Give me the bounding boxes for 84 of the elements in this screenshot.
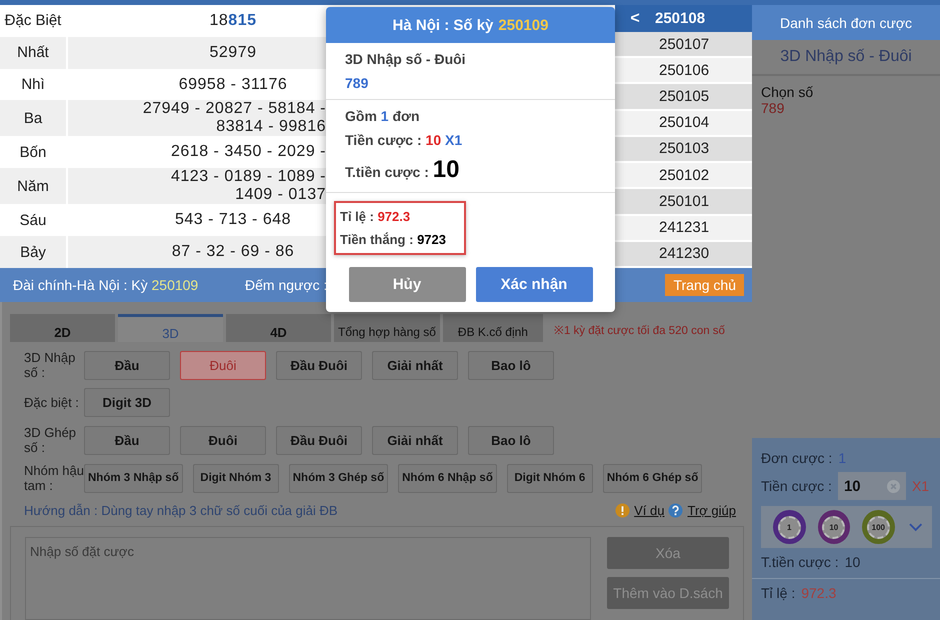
chip-button[interactable]: 1 bbox=[773, 510, 806, 544]
confirm-button[interactable]: Xác nhận bbox=[476, 267, 592, 302]
bet-type-button[interactable]: Digit 3D bbox=[84, 388, 170, 417]
total-value: 10 bbox=[844, 554, 860, 570]
sidebar-title: Danh sách đơn cược bbox=[752, 5, 940, 40]
stake-field[interactable]: 10 bbox=[838, 472, 906, 500]
bet-type-button[interactable]: Digit Nhóm 3 bbox=[192, 464, 279, 492]
clear-icon[interactable] bbox=[886, 480, 900, 493]
game-tab[interactable]: ĐB K.cố định bbox=[442, 314, 543, 342]
bet-type-button[interactable]: Đuôi bbox=[180, 426, 266, 454]
result-numbers: 2618 - 3450 - 2029 - bbox=[171, 143, 326, 162]
home-button[interactable]: Trang chủ bbox=[665, 274, 744, 296]
multiplier: X1 bbox=[912, 478, 930, 494]
bet-group-label: 3D Nhập số : bbox=[24, 350, 76, 380]
bet-group-label: Đặc biệt : bbox=[24, 395, 80, 410]
bet-type-button[interactable]: Nhóm 3 Nhập số bbox=[84, 464, 183, 492]
period-item[interactable]: 250101 bbox=[615, 189, 752, 216]
period-item[interactable]: 250104 bbox=[615, 110, 752, 137]
station-period: Đài chính-Hà Nội : Kỳ 250109 bbox=[13, 277, 200, 293]
result-numbers: 18815 bbox=[210, 12, 256, 30]
winnings-line: Tiền thắng : 9723 bbox=[340, 232, 446, 247]
bet-type-button[interactable]: Đầu Đuôi bbox=[276, 350, 362, 380]
bet-type-button[interactable]: Giải nhất bbox=[372, 426, 458, 454]
game-tab[interactable]: 4D bbox=[226, 314, 331, 342]
result-numbers: 69958 - 31176 bbox=[178, 76, 288, 94]
result-numbers: 27949 - 20827 - 58184 - bbox=[142, 100, 326, 118]
bet-group-label: 3D Ghép số : bbox=[24, 425, 78, 455]
period-item[interactable]: 250105 bbox=[615, 84, 752, 111]
bet-type-button[interactable]: Bao lô bbox=[468, 426, 554, 454]
order-count: Gồm 1 đơn bbox=[345, 108, 421, 124]
bet-type-button[interactable]: Đầu bbox=[84, 426, 170, 454]
result-numbers: 1409 - 0137 bbox=[235, 186, 326, 204]
bet-type-title: 3D Nhập số - Đuôi bbox=[752, 40, 940, 76]
number-input[interactable]: Nhập số đặt cược bbox=[25, 537, 591, 620]
guide-text: Hướng dẫn : Dùng tay nhập 3 chữ số cuối của giải ĐB bbox=[24, 503, 339, 518]
period-item[interactable]: 250107 bbox=[615, 32, 752, 58]
bet-type-button[interactable]: Bao lô bbox=[468, 350, 554, 380]
total-label: T.tiền cược : bbox=[761, 554, 839, 570]
pick-value: 789 bbox=[761, 100, 786, 116]
total-line: T.tiền cược : 10 bbox=[345, 156, 460, 184]
period-item[interactable]: 241230 bbox=[615, 242, 752, 268]
help-icon bbox=[668, 503, 684, 518]
bet-type-button[interactable]: Nhóm 6 Ghép số bbox=[602, 464, 702, 492]
bet-numbers: 789 bbox=[345, 75, 370, 91]
bet-type-button[interactable]: Đầu Đuôi bbox=[276, 426, 362, 454]
period-item[interactable]: 250102 bbox=[615, 163, 752, 190]
result-numbers: 52979 bbox=[210, 44, 256, 62]
period-item[interactable]: 250106 bbox=[615, 58, 752, 84]
bet-type: 3D Nhập số - Đuôi bbox=[345, 51, 467, 67]
period-item[interactable]: 241231 bbox=[615, 216, 752, 242]
chip-button[interactable]: 100 bbox=[862, 510, 895, 544]
odds-value: 972.3 bbox=[801, 585, 836, 601]
result-numbers: 83814 - 99816 bbox=[216, 118, 326, 136]
example-link[interactable]: Ví dụ bbox=[634, 503, 664, 518]
odds-line: Tỉ lệ : 972.3 bbox=[340, 209, 412, 224]
warning-icon bbox=[615, 503, 630, 518]
help-link[interactable]: Trợ giúp bbox=[687, 503, 736, 518]
bet-type-button[interactable]: Digit Nhóm 6 bbox=[506, 464, 593, 492]
count-label: Đơn cược : bbox=[761, 450, 832, 466]
cancel-button[interactable]: Hủy bbox=[348, 267, 466, 302]
countdown-label: Đếm ngược : bbox=[245, 277, 328, 293]
game-tab[interactable]: 3D bbox=[118, 314, 223, 342]
result-numbers: 543 - 713 - 648 bbox=[174, 211, 292, 230]
result-numbers: 87 - 32 - 69 - 86 bbox=[172, 243, 294, 262]
result-numbers: 4123 - 0189 - 1089 - bbox=[171, 168, 326, 186]
chip-button[interactable]: 10 bbox=[818, 510, 850, 544]
pick-label: Chọn số bbox=[761, 84, 814, 100]
game-tab[interactable]: Tổng hợp hàng số bbox=[334, 314, 440, 342]
back-button[interactable]: < bbox=[615, 10, 655, 28]
period-item[interactable]: 250103 bbox=[615, 136, 752, 164]
bet-group-label: Nhóm hậu tam : bbox=[24, 463, 84, 493]
game-tab[interactable]: 2D bbox=[10, 314, 115, 342]
bet-type-button[interactable]: Giải nhất bbox=[372, 350, 458, 380]
odds-label: Tỉ lệ : bbox=[761, 585, 796, 601]
dialog-title: Hà Nội : Số kỳ 250109 bbox=[326, 7, 615, 43]
current-period: 250108 bbox=[655, 10, 706, 27]
stake-line: Tiền cược : 10 X1 bbox=[345, 132, 464, 148]
bet-type-button[interactable]: Đầu bbox=[84, 350, 170, 380]
stake-label: Tiền cược : bbox=[761, 478, 832, 494]
bet-type-button[interactable]: Nhóm 6 Nhập số bbox=[398, 464, 497, 492]
caret-icon[interactable] bbox=[908, 522, 922, 532]
limit-note: ※1 kỳ đặt cược tối đa 520 con số bbox=[554, 324, 725, 339]
bet-type-button[interactable]: Đuôi bbox=[180, 350, 266, 380]
bet-type-button[interactable]: Nhóm 3 Ghép số bbox=[288, 464, 388, 492]
